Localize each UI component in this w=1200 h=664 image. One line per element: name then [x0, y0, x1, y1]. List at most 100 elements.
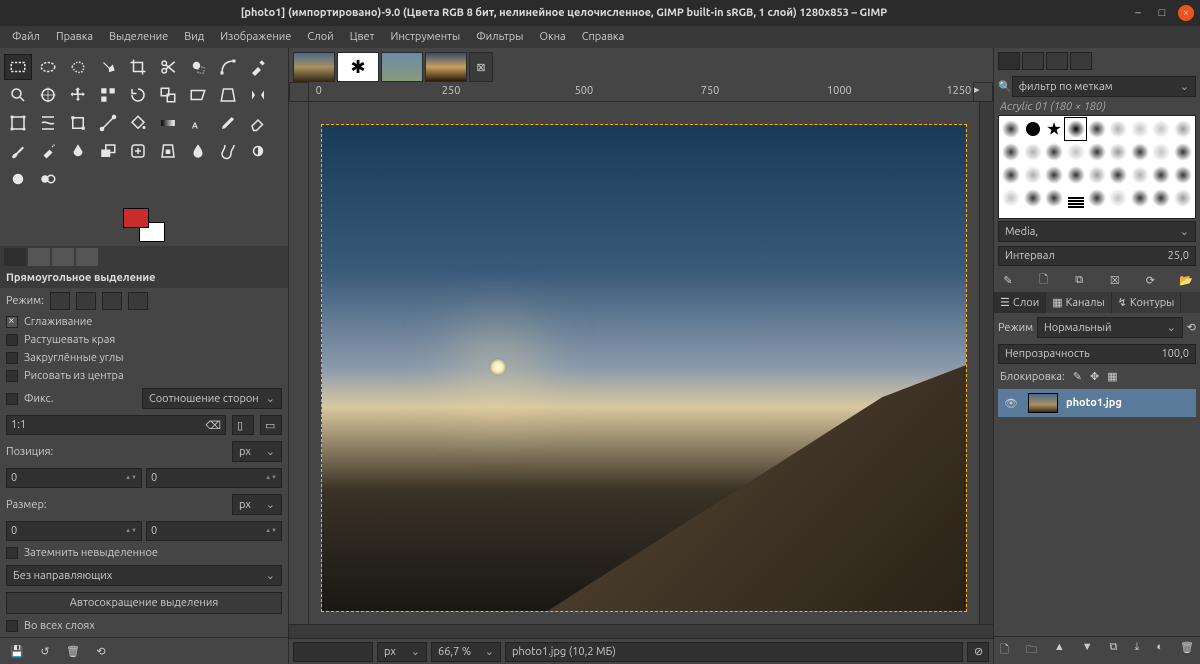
duplicate-brush-icon[interactable]: ⧉: [1071, 272, 1087, 288]
layer-item[interactable]: 👁 photo1.jpg: [998, 389, 1196, 417]
media-tags-dropdown[interactable]: Media,: [998, 221, 1196, 242]
menu-file[interactable]: Файл: [4, 28, 48, 46]
tool-color-exchange[interactable]: [34, 166, 62, 192]
layer-thumbnail[interactable]: [1028, 393, 1058, 413]
raise-layer-icon[interactable]: ▲: [1054, 641, 1065, 660]
scrollbar-horizontal[interactable]: [289, 624, 993, 638]
tool-handle-transform[interactable]: [94, 110, 122, 136]
tab-device-status[interactable]: [28, 248, 50, 266]
duplicate-layer-icon[interactable]: ⧉: [1110, 641, 1118, 660]
menu-color[interactable]: Цвет: [342, 28, 383, 46]
size-x-field[interactable]: 0▲▼: [6, 521, 142, 541]
tool-unified-transform[interactable]: [64, 110, 92, 136]
tool-blur[interactable]: [184, 138, 212, 164]
doc-tab-3[interactable]: [381, 52, 423, 82]
restore-preset-icon[interactable]: ↺: [32, 640, 58, 662]
zoom-dropdown[interactable]: 66,7 %: [431, 642, 501, 662]
minimize-button[interactable]: –: [1130, 5, 1146, 21]
menu-image[interactable]: Изображение: [212, 28, 299, 46]
mode-replace[interactable]: [50, 292, 70, 310]
visibility-eye-icon[interactable]: 👁: [1004, 397, 1020, 410]
tab-undo-history[interactable]: [52, 248, 74, 266]
ruler-vertical[interactable]: [289, 102, 309, 624]
mode-add[interactable]: [76, 292, 96, 310]
color-swatches[interactable]: [0, 200, 288, 246]
menu-edit[interactable]: Правка: [48, 28, 101, 46]
tool-airbrush[interactable]: [34, 138, 62, 164]
tool-ink[interactable]: [64, 138, 92, 164]
cancel-icon[interactable]: ⊘: [967, 642, 989, 662]
aspect-dropdown[interactable]: Соотношение сторон: [142, 388, 282, 409]
menu-view[interactable]: Вид: [176, 28, 212, 46]
tab-history[interactable]: [1070, 52, 1092, 70]
tab-images[interactable]: [76, 248, 98, 266]
size-y-field[interactable]: 0▲▼: [146, 521, 282, 541]
tool-scale[interactable]: [154, 82, 182, 108]
open-brush-icon[interactable]: 📂: [1178, 272, 1194, 288]
tool-move[interactable]: [64, 82, 92, 108]
tab-patterns[interactable]: [1022, 52, 1044, 70]
mask-icon[interactable]: ◐: [1156, 641, 1163, 660]
auto-shrink-button[interactable]: Автосокращение выделения: [6, 592, 282, 614]
tool-gradient[interactable]: [154, 110, 182, 136]
brush-grid[interactable]: [998, 115, 1196, 219]
tool-crop[interactable]: [124, 54, 152, 80]
darken-checkbox[interactable]: [6, 547, 18, 559]
tool-heal[interactable]: [124, 138, 152, 164]
ratio-field[interactable]: 1:1⌫: [6, 415, 226, 435]
save-preset-icon[interactable]: 💾: [4, 640, 30, 662]
lower-layer-icon[interactable]: ▼: [1082, 641, 1093, 660]
edit-brush-icon[interactable]: ✎: [1000, 272, 1016, 288]
tool-align[interactable]: [94, 82, 122, 108]
menu-select[interactable]: Выделение: [101, 28, 176, 46]
blend-mode-dropdown[interactable]: Нормальный: [1037, 317, 1183, 338]
close-button[interactable]: ×: [1178, 5, 1194, 21]
menu-help[interactable]: Справка: [574, 28, 633, 46]
lock-alpha-icon[interactable]: ▦: [1107, 370, 1117, 383]
delete-preset-icon[interactable]: 🗑: [60, 640, 86, 662]
tool-fuzzy-select[interactable]: [94, 54, 122, 80]
menu-tools[interactable]: Инструменты: [382, 28, 468, 46]
tab-tool-options[interactable]: [4, 248, 26, 266]
nav-button-tr[interactable]: ▸: [973, 82, 993, 102]
merge-down-icon[interactable]: ⤓: [1135, 641, 1140, 660]
tool-flip[interactable]: [244, 82, 272, 108]
menu-layer[interactable]: Слой: [299, 28, 341, 46]
tool-warp[interactable]: [34, 110, 62, 136]
tab-channels[interactable]: ▦Каналы: [1046, 292, 1111, 313]
tool-cage[interactable]: [4, 110, 32, 136]
tool-color-picker[interactable]: [244, 54, 272, 80]
tool-bucket-fill[interactable]: [124, 110, 152, 136]
position-unit[interactable]: px: [232, 441, 282, 462]
filter-tags-input[interactable]: фильтр по меткам: [1012, 76, 1196, 97]
tab-paths[interactable]: ↯Контуры: [1112, 292, 1182, 313]
doc-tab-close[interactable]: ⊠: [469, 52, 493, 82]
mode-subtract[interactable]: [102, 292, 122, 310]
pos-y-field[interactable]: 0▲▼: [146, 468, 282, 488]
tool-rotate[interactable]: [124, 82, 152, 108]
opacity-field[interactable]: Непрозрачность 100,0: [998, 344, 1196, 364]
tool-perspective[interactable]: [214, 82, 242, 108]
tab-fonts[interactable]: [1046, 52, 1068, 70]
all-layers-checkbox[interactable]: [6, 620, 18, 632]
rounded-checkbox[interactable]: [6, 352, 18, 364]
tool-mypaint-brush[interactable]: [4, 166, 32, 192]
fixed-checkbox[interactable]: [6, 393, 18, 405]
delete-brush-icon[interactable]: ☒: [1107, 272, 1123, 288]
tool-dodge-burn[interactable]: [244, 138, 272, 164]
pos-x-field[interactable]: 0▲▼: [6, 468, 142, 488]
ratio-landscape[interactable]: ▭: [260, 415, 282, 435]
tool-pencil[interactable]: [214, 110, 242, 136]
new-layer-icon[interactable]: 🗋: [1000, 641, 1009, 660]
tool-paintbrush[interactable]: [4, 138, 32, 164]
doc-tab-2[interactable]: ✱: [337, 52, 379, 82]
tool-rect-select[interactable]: [4, 54, 32, 80]
antialias-checkbox[interactable]: [6, 316, 18, 328]
fg-color-swatch[interactable]: [123, 208, 149, 228]
refresh-brush-icon[interactable]: ⟳: [1142, 272, 1158, 288]
menu-windows[interactable]: Окна: [531, 28, 573, 46]
ratio-portrait[interactable]: ▯: [232, 415, 254, 435]
tool-foreground-select[interactable]: [184, 54, 212, 80]
tool-zoom[interactable]: [4, 82, 32, 108]
interval-field[interactable]: Интервал 25,0: [998, 246, 1196, 266]
